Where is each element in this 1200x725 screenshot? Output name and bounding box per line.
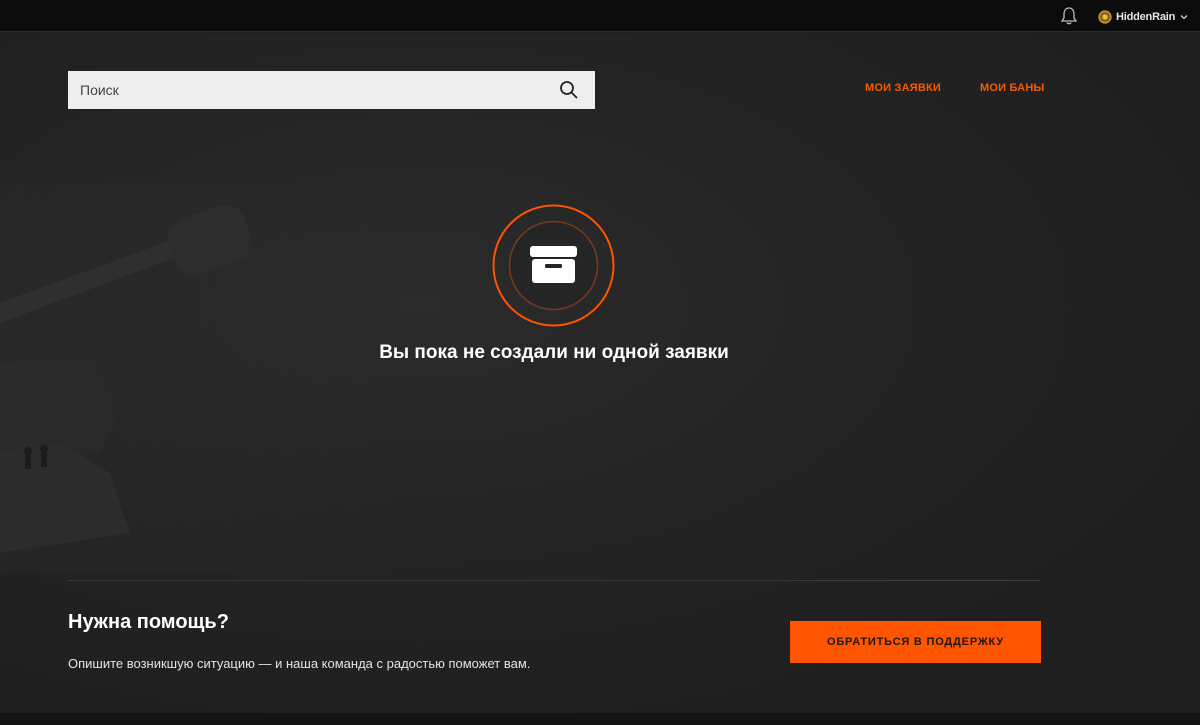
my-bans-link[interactable]: МОИ БАНЫ [980,82,1044,94]
tank-background-art [0,183,400,573]
main-content: МОИ ЗАЯВКИ МОИ БАНЫ Вы пока не создали н… [0,33,1200,713]
my-requests-link[interactable]: МОИ ЗАЯВКИ [865,82,941,94]
search-icon[interactable] [559,80,579,100]
chevron-down-icon [1180,15,1188,20]
search-input[interactable] [68,71,559,109]
footer-strip [0,713,1200,725]
archive-box-icon [492,204,615,327]
top-bar: HiddenRain [0,0,1200,32]
contact-support-button[interactable]: ОБРАТИТЬСЯ В ПОДДЕРЖКУ [790,621,1041,663]
search-bar [68,71,595,109]
bell-icon[interactable] [1059,6,1079,26]
user-menu[interactable]: HiddenRain [1098,8,1189,26]
clan-badge-icon [1098,10,1112,24]
help-text: Опишите возникшую ситуацию — и наша кома… [68,656,531,671]
username: HiddenRain [1116,11,1176,23]
divider [68,580,1040,581]
help-title: Нужна помощь? [68,611,229,633]
empty-state-title: Вы пока не создали ни одной заявки [379,342,729,363]
